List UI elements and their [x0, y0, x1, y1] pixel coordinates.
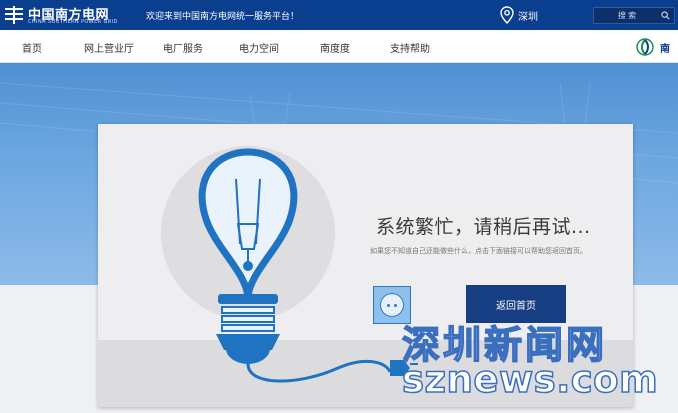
power-grid-logo-icon — [5, 6, 23, 24]
error-title: 系统繁忙，请稍后再试... — [376, 216, 591, 238]
socket-hole-right — [394, 304, 397, 307]
search-box[interactable] — [593, 7, 675, 24]
nav-item-support[interactable]: 支持帮助 — [390, 40, 430, 55]
nav-brand-label: 南 — [660, 43, 670, 55]
city-label: 深圳 — [518, 11, 538, 23]
main-nav: 首页 网上营业厅 电厂服务 电力空间 南度度 支持帮助 南 — [0, 30, 678, 63]
socket-hole-left — [387, 304, 390, 307]
location-pin-icon — [500, 6, 514, 24]
nav-item-power-space[interactable]: 电力空间 — [239, 40, 279, 55]
nav-item-nandudu[interactable]: 南度度 — [320, 40, 350, 55]
watermark: 深圳新闻网 sznews.com — [398, 314, 673, 410]
search-input[interactable] — [594, 8, 660, 23]
brand-logo-icon — [636, 38, 654, 56]
logo[interactable]: 中国南方电网 CHINA SOUTHERN POWER GRID — [4, 3, 134, 27]
welcome-text: 欢迎来到中国南方电网统一服务平台！ — [146, 12, 300, 22]
top-bar: 中国南方电网 CHINA SOUTHERN POWER GRID 欢迎来到中国南… — [0, 0, 678, 30]
nav-item-plant-service[interactable]: 电厂服务 — [163, 40, 203, 55]
logo-subtext: CHINA SOUTHERN POWER GRID — [28, 19, 118, 25]
nav-item-home[interactable]: 首页 — [22, 40, 42, 55]
error-description: 如果您不知道自己还能做些什么，点击下面链接可以帮助您返回首页。 — [370, 247, 587, 255]
search-icon[interactable] — [661, 11, 670, 20]
nav-brand[interactable]: 南 — [636, 38, 670, 56]
nav-item-online-service[interactable]: 网上营业厅 — [84, 40, 134, 55]
watermark-en: sznews.com — [401, 357, 659, 402]
city-selector[interactable]: 深圳 — [500, 4, 538, 26]
